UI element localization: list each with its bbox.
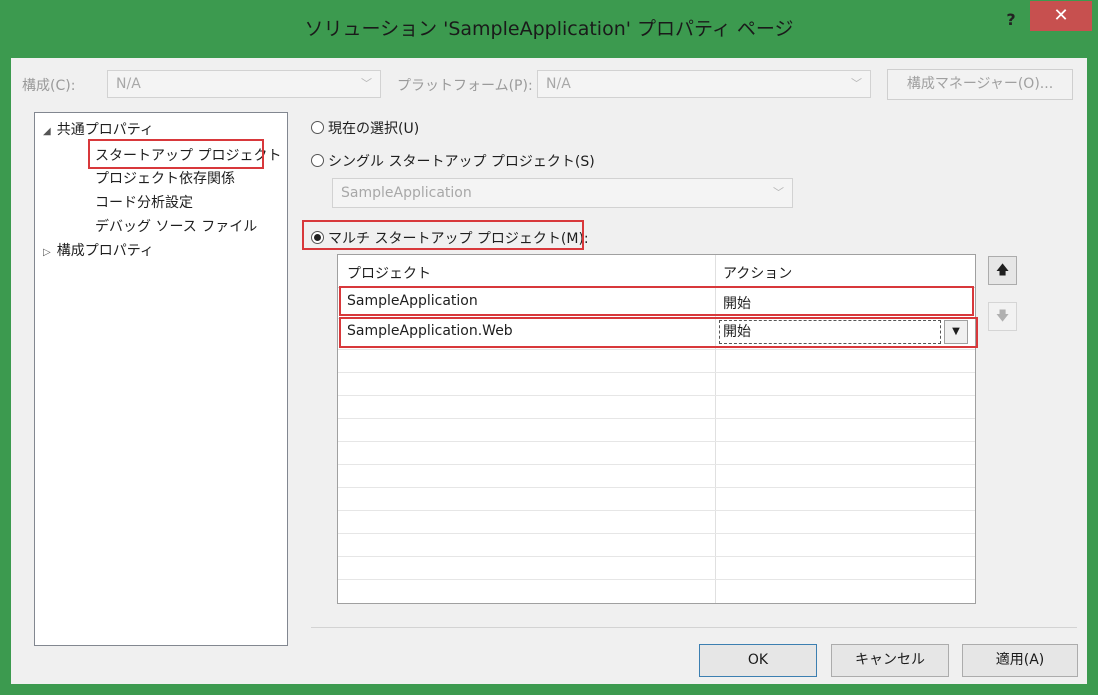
radio-label: 現在の選択(U): [328, 121, 420, 137]
highlight-box: [339, 317, 978, 348]
row-divider: [338, 510, 975, 511]
radio-label: シングル スタートアップ プロジェクト(S): [328, 154, 595, 170]
tree-item-label: 共通プロパティ: [56, 122, 154, 138]
arrow-down-icon: 🡇: [995, 309, 1010, 324]
config-combo: N/A ﹀: [107, 70, 381, 98]
startup-projects-grid[interactable]: プロジェクト アクション SampleApplication 開始 Sample…: [337, 254, 978, 604]
apply-button[interactable]: 適用(A): [962, 644, 1078, 677]
row-divider: [338, 579, 975, 580]
platform-combo: N/A ﹀: [537, 70, 871, 98]
single-project-combo: SampleApplication ﹀: [332, 178, 793, 208]
ok-button[interactable]: OK: [699, 644, 817, 677]
separator: [311, 627, 1077, 628]
dialog-client-area: 構成(C): N/A ﹀ プラットフォーム(P): N/A ﹀ 構成マネージャー…: [11, 58, 1087, 684]
highlight-box: [302, 220, 584, 250]
tree-item-project-dependencies[interactable]: プロジェクト依存関係: [95, 168, 235, 188]
platform-label: プラットフォーム(P):: [397, 78, 533, 94]
move-down-button: 🡇: [988, 302, 1017, 331]
cancel-button[interactable]: キャンセル: [831, 644, 949, 677]
tree-item-debug-source-files[interactable]: デバッグ ソース ファイル: [95, 216, 257, 236]
arrow-up-icon: 🡅: [995, 263, 1010, 278]
config-value: N/A: [116, 76, 141, 92]
row-divider: [338, 487, 975, 488]
row-divider: [338, 556, 975, 557]
tree-item-label: 構成プロパティ: [56, 243, 154, 259]
chevron-down-icon: ﹀: [773, 186, 784, 199]
row-divider: [338, 418, 975, 419]
single-project-value: SampleApplication: [341, 185, 472, 201]
chevron-down-icon: ﹀: [361, 77, 372, 90]
row-divider: [338, 395, 975, 396]
platform-value: N/A: [546, 76, 571, 92]
property-tree[interactable]: ◢ 共通プロパティ スタートアップ プロジェクト プロジェクト依存関係 コード分析…: [34, 112, 288, 646]
property-pages-window: ソリューション 'SampleApplication' プロパティ ページ ? …: [0, 0, 1098, 695]
highlight-box: [88, 139, 264, 169]
tree-item-common[interactable]: ◢ 共通プロパティ: [43, 119, 154, 139]
radio-button[interactable]: [311, 154, 324, 167]
config-label: 構成(C):: [22, 78, 76, 94]
expanded-triangle-icon[interactable]: ◢: [43, 126, 51, 137]
collapsed-triangle-icon[interactable]: ▷: [43, 247, 51, 258]
column-header-project[interactable]: プロジェクト: [347, 263, 431, 283]
row-divider: [338, 533, 975, 534]
window-title: ソリューション 'SampleApplication' プロパティ ページ: [304, 18, 794, 40]
column-header-action[interactable]: アクション: [723, 263, 792, 283]
radio-single-startup[interactable]: シングル スタートアップ プロジェクト(S): [311, 151, 595, 171]
help-button[interactable]: ?: [998, 8, 1024, 32]
row-divider: [338, 372, 975, 373]
close-button[interactable]: ✕: [1030, 1, 1092, 31]
move-up-button[interactable]: 🡅: [988, 256, 1017, 285]
tree-item-code-analysis[interactable]: コード分析設定: [95, 192, 193, 212]
row-divider: [338, 441, 975, 442]
config-manager-button: 構成マネージャー(O)...: [887, 69, 1073, 100]
title-bar[interactable]: ソリューション 'SampleApplication' プロパティ ページ ? …: [0, 0, 1098, 58]
tree-item-config-props[interactable]: ▷ 構成プロパティ: [43, 240, 154, 260]
radio-button[interactable]: [311, 121, 324, 134]
radio-current-selection[interactable]: 現在の選択(U): [311, 118, 419, 138]
chevron-down-icon: ﹀: [851, 77, 862, 90]
row-divider: [338, 349, 975, 350]
highlight-box: [339, 286, 974, 316]
row-divider: [338, 464, 975, 465]
